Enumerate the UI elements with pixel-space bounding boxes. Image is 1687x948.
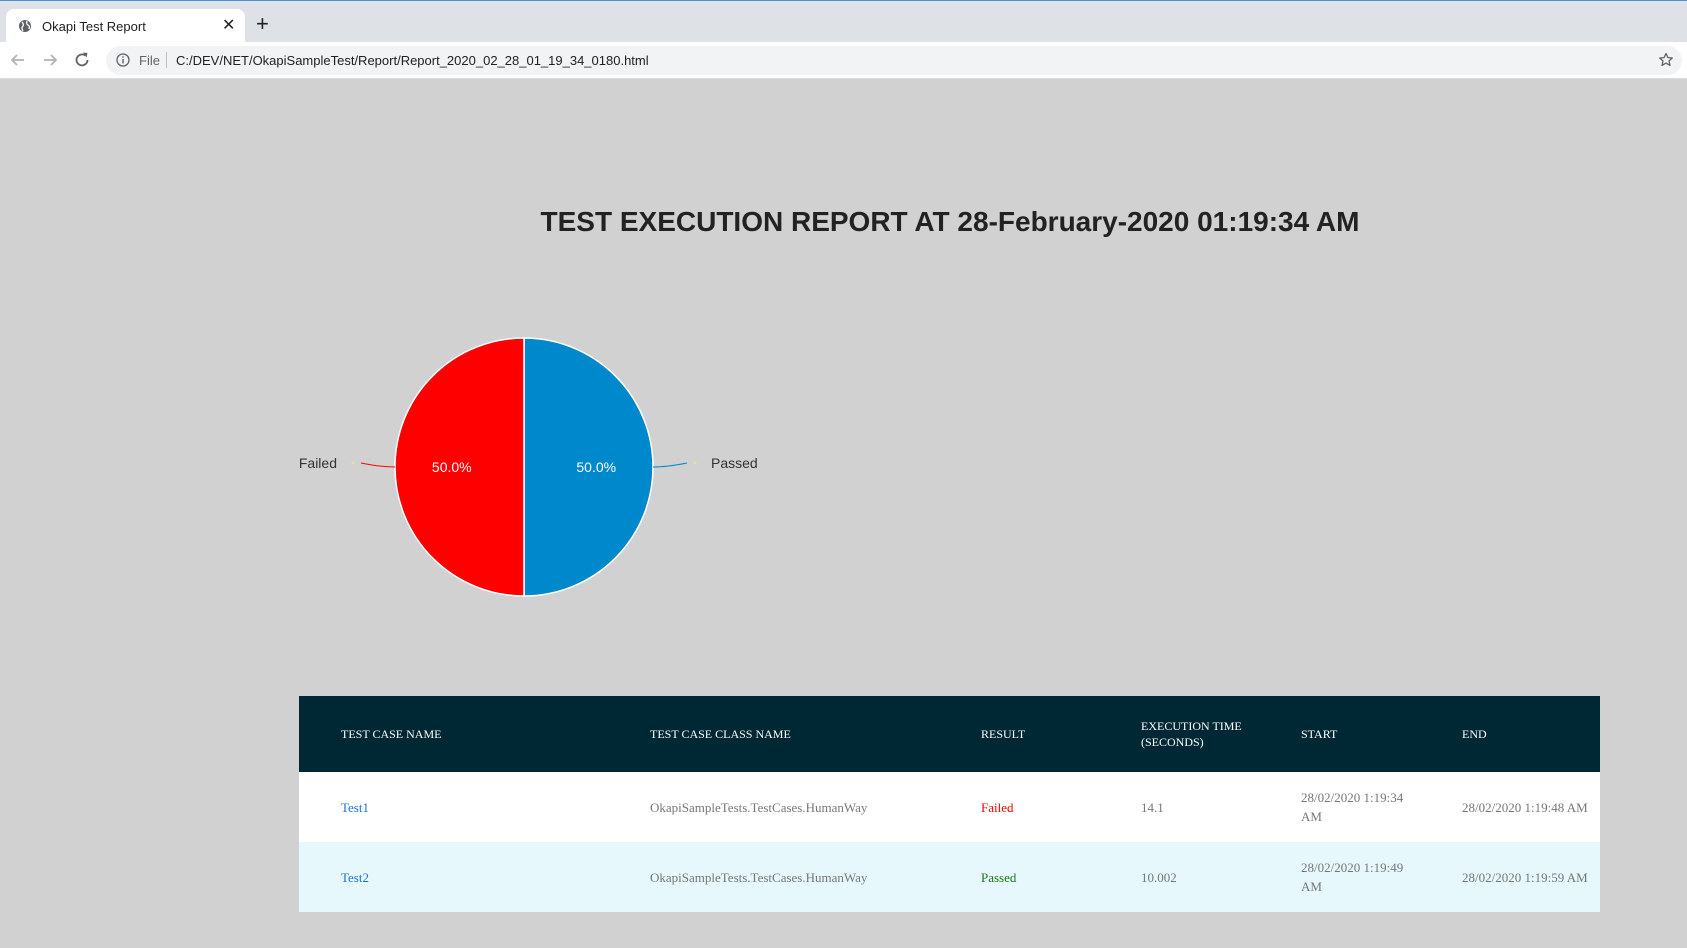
reload-icon[interactable]: [72, 50, 92, 70]
column-header: TEST CASE NAME: [299, 696, 608, 772]
globe-icon: [19, 20, 31, 32]
new-tab-button[interactable]: +: [256, 13, 269, 35]
table-row: Test1 OkapiSampleTests.TestCases.HumanWay…: [299, 772, 1600, 842]
url-text[interactable]: C:/DEV/NET/OkapiSampleTest/Report/Report…: [176, 53, 649, 68]
report-title: TEST EXECUTION REPORT AT 28-February-202…: [540, 206, 1360, 237]
column-header: START: [1259, 696, 1420, 772]
info-icon[interactable]: [116, 53, 130, 67]
result-cell-cell: Passed: [939, 842, 1099, 912]
result-pie-chart: 50.0% Passed 50.0% Failed: [299, 337, 758, 597]
back-arrow-icon[interactable]: [8, 50, 28, 70]
test-case-link[interactable]: Test1: [341, 800, 369, 815]
start-time-cell: 28/02/2020 1:19:34 AM: [1259, 772, 1420, 842]
browser-toolbar: File C:/DEV/NET/OkapiSampleTest/Report/R…: [0, 42, 1687, 79]
end-time: 28/02/2020 1:19:59 AM: [1462, 869, 1588, 885]
browser-tab-strip: Okapi Test Report ✕ +: [0, 0, 1687, 43]
start-time: 28/02/2020 1:19:34 AM: [1301, 790, 1404, 824]
pie-label-marker: [693, 461, 697, 465]
test-class-name-cell: OkapiSampleTests.TestCases.HumanWay: [608, 842, 939, 912]
test-case-link-cell: Test1: [299, 772, 608, 842]
bookmark-star-icon[interactable]: [1658, 52, 1674, 68]
execution-time: 14.1: [1141, 799, 1164, 815]
result-cell: Failed: [981, 799, 1014, 815]
column-header: RESULT: [939, 696, 1099, 772]
result-cell-cell: Failed: [939, 772, 1099, 842]
end-time: 28/02/2020 1:19:48 AM: [1462, 799, 1588, 815]
test-class-name-cell: OkapiSampleTests.TestCases.HumanWay: [608, 772, 939, 842]
execution-time: 10.002: [1141, 869, 1177, 885]
test-case-link[interactable]: Test2: [341, 870, 369, 885]
pie-percent-label: 50.0%: [432, 459, 472, 475]
test-case-link-cell: Test2: [299, 842, 608, 912]
end-time-cell: 28/02/2020 1:19:59 AM: [1420, 842, 1600, 912]
pie-label-marker: [351, 461, 355, 465]
column-header: EXECUTION TIME (SECONDS): [1099, 696, 1259, 772]
column-header: END: [1420, 696, 1600, 772]
pie-leader-line: [360, 462, 396, 468]
address-bar[interactable]: File C:/DEV/NET/OkapiSampleTest/Report/R…: [106, 46, 1682, 75]
pie-category-label: Passed: [711, 455, 758, 471]
tab-title: Okapi Test Report: [42, 19, 146, 34]
column-header: TEST CASE CLASS NAME: [608, 696, 939, 772]
close-tab-icon[interactable]: ✕: [222, 15, 235, 35]
execution-time-cell: 14.1: [1099, 772, 1259, 842]
start-time-cell: 28/02/2020 1:19:49 AM: [1259, 842, 1420, 912]
pie-category-label: Failed: [299, 455, 337, 471]
browser-tab[interactable]: Okapi Test Report ✕: [6, 9, 245, 43]
pie-leader-line: [652, 462, 688, 468]
start-time: 28/02/2020 1:19:49 AM: [1301, 860, 1404, 894]
omnibox-divider: [166, 52, 167, 68]
pie-percent-label: 50.0%: [576, 459, 616, 475]
test-class-name: OkapiSampleTests.TestCases.HumanWay: [650, 799, 868, 815]
results-table: TEST CASE NAME TEST CASE CLASS NAME RESULT…: [299, 696, 1600, 912]
execution-time-cell: 10.002: [1099, 842, 1259, 912]
table-row: Test2 OkapiSampleTests.TestCases.HumanWay…: [299, 842, 1600, 912]
table-header-row: TEST CASE NAME TEST CASE CLASS NAME RESULT…: [299, 696, 1600, 772]
end-time-cell: 28/02/2020 1:19:48 AM: [1420, 772, 1600, 842]
test-class-name: OkapiSampleTests.TestCases.HumanWay: [650, 869, 868, 885]
scheme-label: File: [139, 53, 160, 68]
forward-arrow-icon[interactable]: [40, 50, 60, 70]
result-cell: Passed: [981, 869, 1017, 885]
